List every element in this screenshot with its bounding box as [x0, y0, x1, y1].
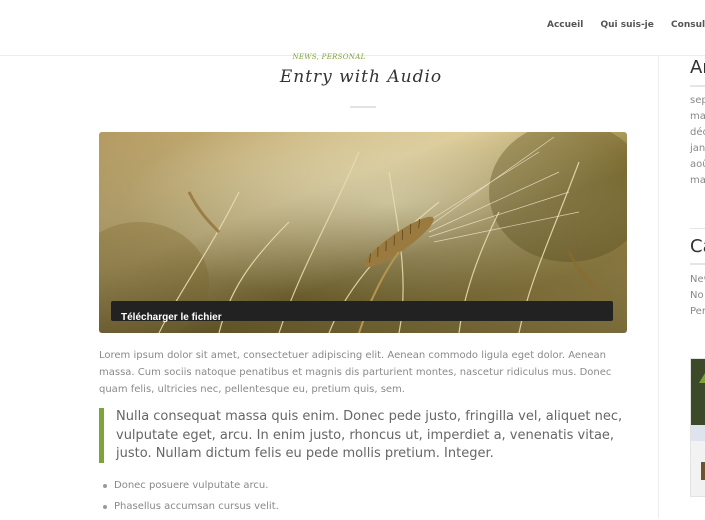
categories-widget-title: Ca: [690, 236, 705, 257]
site-header: Accueil Qui suis-je Consultation: [0, 0, 705, 56]
archives-title-rule: [690, 85, 705, 87]
archive-link[interactable]: ma: [690, 173, 705, 189]
archive-link[interactable]: déc: [690, 125, 705, 141]
category-link[interactable]: Per: [690, 304, 705, 320]
post-featured-image: Télécharger le fichier: [99, 132, 627, 333]
post-paragraph: Lorem ipsum dolor sit amet, consectetuer…: [99, 350, 612, 395]
list-item: Phasellus accumsan cursus velit.: [103, 499, 279, 520]
nav-item-consultation[interactable]: Consultation: [671, 20, 705, 30]
category-link[interactable]: New: [690, 272, 705, 288]
nav-item-qui-suis-je[interactable]: Qui suis-je: [600, 20, 653, 30]
mountain-icon: [699, 373, 705, 383]
post-categories[interactable]: NEWS, PERSONAL: [0, 53, 658, 61]
nav-item-accueil[interactable]: Accueil: [547, 20, 583, 30]
archive-link[interactable]: sep: [690, 93, 705, 109]
main-nav: Accueil Qui suis-je Consultation: [547, 20, 705, 30]
post-list: Donec posuere vulputate arcu. Phasellus …: [103, 478, 279, 520]
widget-button[interactable]: [691, 425, 705, 441]
download-file-link[interactable]: Télécharger le fichier: [121, 312, 222, 323]
title-separator: [350, 106, 376, 108]
post-blockquote: Nulla consequat massa quis enim. Donec p…: [99, 408, 626, 463]
blockquote-text: Nulla consequat massa quis enim. Donec p…: [116, 409, 623, 461]
category-link[interactable]: No: [690, 288, 704, 304]
sidebar-divider: [658, 55, 659, 518]
archive-link[interactable]: ma: [690, 109, 705, 125]
post-title: Entry with Audio: [279, 67, 443, 87]
categories-title-rule: [690, 263, 705, 265]
social-widget: [690, 358, 705, 497]
audio-player[interactable]: Télécharger le fichier: [111, 301, 613, 323]
widget-divider: [690, 228, 705, 229]
archives-widget-title: Ar: [690, 57, 705, 78]
list-item: Donec posuere vulputate arcu.: [103, 478, 279, 499]
archive-link[interactable]: aoû: [690, 157, 705, 173]
archive-link[interactable]: jan: [690, 141, 705, 157]
widget-thumbnail: [701, 462, 705, 480]
